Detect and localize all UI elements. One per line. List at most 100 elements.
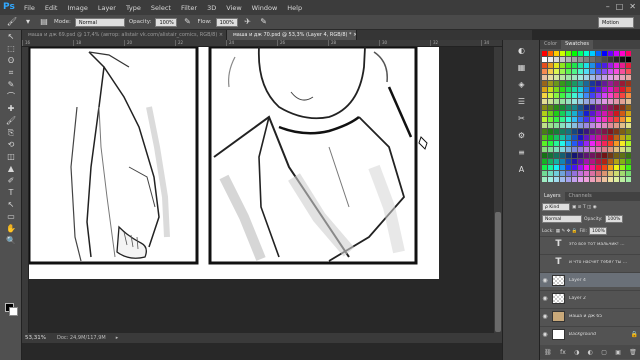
menu-file[interactable]: File [19,4,40,12]
swatch-cell[interactable] [578,171,583,176]
swatch-cell[interactable] [554,51,559,56]
layer-row[interactable]: ◉ Background 🔒 [540,326,640,341]
swatch-cell[interactable] [626,135,631,140]
swatch-cell[interactable] [608,117,613,122]
swatch-cell[interactable] [620,123,625,128]
swatch-cell[interactable] [578,93,583,98]
swatch-cell[interactable] [554,117,559,122]
workspace-select[interactable]: Motion [598,17,634,28]
swatch-cell[interactable] [584,165,589,170]
swatch-cell[interactable] [542,87,547,92]
swatches-panel-icon[interactable]: ▦ [515,61,528,74]
swatch-cell[interactable] [584,51,589,56]
swatch-cell[interactable] [608,69,613,74]
gradient-tool-icon[interactable]: ▲ [4,163,18,174]
swatch-cell[interactable] [590,105,595,110]
swatch-cell[interactable] [548,75,553,80]
swatch-cell[interactable] [614,177,619,182]
swatch-cell[interactable] [602,69,607,74]
swatch-cell[interactable] [626,171,631,176]
swatch-cell[interactable] [608,123,613,128]
swatch-cell[interactable] [602,117,607,122]
swatch-cell[interactable] [614,87,619,92]
swatch-cell[interactable] [560,117,565,122]
swatch-cell[interactable] [626,93,631,98]
swatch-cell[interactable] [560,141,565,146]
swatch-cell[interactable] [596,63,601,68]
swatch-cell[interactable] [554,75,559,80]
eraser-tool-icon[interactable]: ◫ [4,151,18,162]
swatch-cell[interactable] [554,171,559,176]
swatch-cell[interactable] [608,177,613,182]
menu-help[interactable]: Help [282,4,307,12]
mode-select[interactable]: Normal [74,17,125,27]
pressure-opacity-icon[interactable]: ✎ [181,17,193,27]
swatch-cell[interactable] [614,105,619,110]
swatch-cell[interactable] [620,111,625,116]
brush-tool-icon[interactable]: 🖌 [4,115,18,126]
swatch-cell[interactable] [608,57,613,62]
swatch-cell[interactable] [554,165,559,170]
swatch-cell[interactable] [620,153,625,158]
swatch-cell[interactable] [560,111,565,116]
swatch-cell[interactable] [578,99,583,104]
swatch-cell[interactable] [548,171,553,176]
swatch-cell[interactable] [608,171,613,176]
swatch-cell[interactable] [614,165,619,170]
swatch-cell[interactable] [560,81,565,86]
swatch-cell[interactable] [554,99,559,104]
lock-icons[interactable]: ▦ ✎ ✥ 🔒 [556,229,578,234]
swatch-cell[interactable] [590,87,595,92]
swatch-cell[interactable] [572,111,577,116]
swatch-cell[interactable] [602,105,607,110]
swatch-cell[interactable] [554,123,559,128]
history-brush-tool-icon[interactable]: ⟲ [4,139,18,150]
swatch-cell[interactable] [584,141,589,146]
swatch-cell[interactable] [548,51,553,56]
swatch-cell[interactable] [602,93,607,98]
swatch-cell[interactable] [566,147,571,152]
swatch-cell[interactable] [614,111,619,116]
swatch-cell[interactable] [566,177,571,182]
swatch-cell[interactable] [596,159,601,164]
swatch-cell[interactable] [560,75,565,80]
link-layers-icon[interactable]: ⛓ [544,349,552,356]
swatch-cell[interactable] [596,171,601,176]
swatch-cell[interactable] [566,141,571,146]
color-panel-icon[interactable]: ◐ [515,44,528,57]
swatch-cell[interactable] [572,105,577,110]
swatch-cell[interactable] [584,129,589,134]
swatch-cell[interactable] [596,69,601,74]
swatch-cell[interactable] [572,147,577,152]
swatch-cell[interactable] [620,147,625,152]
swatch-cell[interactable] [584,153,589,158]
swatch-cell[interactable] [548,69,553,74]
swatch-cell[interactable] [620,75,625,80]
swatch-cell[interactable] [602,99,607,104]
swatch-cell[interactable] [560,57,565,62]
new-layer-icon[interactable]: ▣ [615,349,621,356]
swatch-cell[interactable] [560,69,565,74]
swatch-cell[interactable] [620,117,625,122]
swatch-cell[interactable] [620,135,625,140]
swatch-cell[interactable] [626,153,631,158]
swatch-cell[interactable] [596,135,601,140]
swatch-cell[interactable] [596,99,601,104]
swatch-cell[interactable] [590,177,595,182]
swatch-cell[interactable] [590,99,595,104]
swatch-cell[interactable] [584,81,589,86]
swatch-cell[interactable] [596,147,601,152]
swatch-cell[interactable] [584,135,589,140]
swatch-cell[interactable] [608,81,613,86]
swatch-cell[interactable] [578,147,583,152]
swatch-cell[interactable] [614,117,619,122]
close-icon[interactable]: ✕ [629,2,636,11]
minimize-icon[interactable]: – [606,2,610,11]
visibility-eye-icon[interactable]: ◉ [540,277,550,284]
swatch-cell[interactable] [572,153,577,158]
swatch-cell[interactable] [614,57,619,62]
swatch-cell[interactable] [542,159,547,164]
swatch-cell[interactable] [572,159,577,164]
swatch-cell[interactable] [596,75,601,80]
swatch-cell[interactable] [566,129,571,134]
